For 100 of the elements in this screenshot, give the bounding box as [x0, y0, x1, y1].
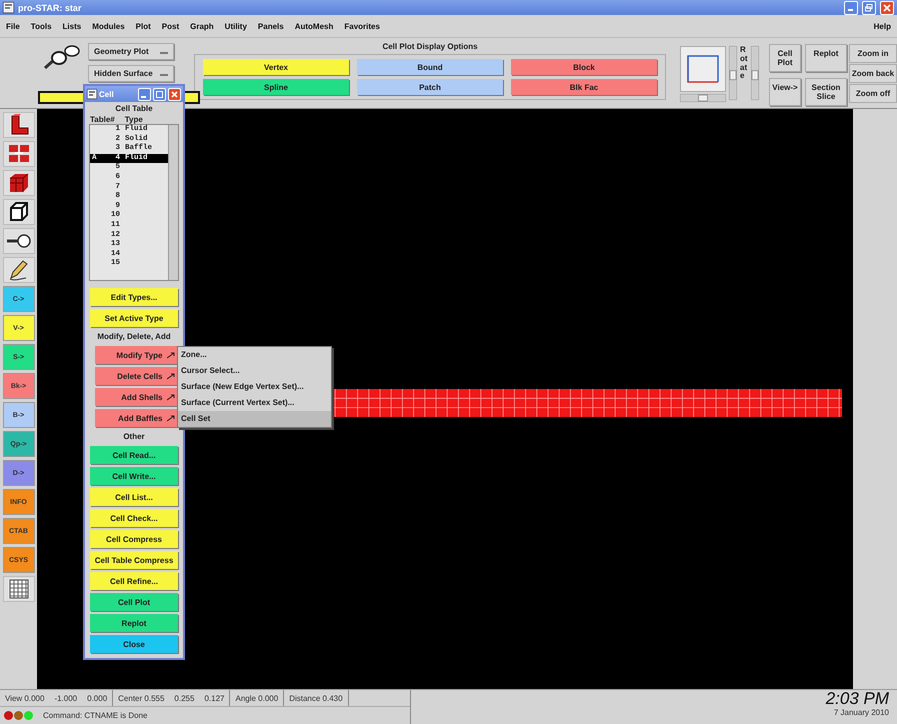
- action-button[interactable]: Set Active Type: [90, 309, 178, 327]
- action-button[interactable]: Edit Types...: [90, 288, 178, 306]
- scrollbar[interactable]: [168, 125, 178, 280]
- slider-thumb[interactable]: [730, 70, 736, 80]
- menu-item[interactable]: Utility: [224, 22, 247, 30]
- horizontal-slider[interactable]: [680, 94, 726, 102]
- section-heading: Other: [123, 431, 145, 443]
- center-readout: 0.127: [204, 694, 224, 702]
- menu-item[interactable]: Zone...: [178, 347, 331, 363]
- view-readout: -1.000: [54, 694, 78, 702]
- probe-icon[interactable]: [42, 44, 80, 72]
- menu-item[interactable]: Favorites: [344, 22, 380, 30]
- zoom-button[interactable]: Zoom back: [849, 64, 897, 83]
- menu-item[interactable]: Graph: [190, 22, 214, 30]
- input-field[interactable]: [185, 91, 200, 104]
- view-button[interactable]: Section Slice: [805, 78, 847, 106]
- action-button[interactable]: Cell Compress: [90, 530, 178, 548]
- help-menu[interactable]: Help: [874, 22, 891, 30]
- menu-item[interactable]: AutoMesh: [294, 22, 334, 30]
- clock-date: 7 January 2010: [834, 708, 889, 717]
- slider-thumb[interactable]: [698, 94, 708, 102]
- display-option-button[interactable]: Patch: [357, 79, 503, 95]
- tool-button[interactable]: [2, 228, 34, 254]
- panel-title: Cell Plot Display Options: [382, 41, 478, 53]
- menu-item[interactable]: Lists: [62, 22, 82, 30]
- action-button[interactable]: Cell Write...: [90, 467, 178, 485]
- input-field[interactable]: [38, 91, 83, 104]
- menu-item[interactable]: Surface (Current Vertex Set)...: [178, 395, 331, 411]
- menu-item[interactable]: Cell Set: [178, 411, 331, 427]
- cascade-button[interactable]: Delete Cells: [94, 367, 178, 385]
- view-orientation-box[interactable]: [680, 46, 726, 92]
- axes-icon: [686, 54, 720, 84]
- view-readout: View 0.000: [5, 694, 44, 702]
- close-button[interactable]: [880, 0, 894, 14]
- zoom-button[interactable]: Zoom in: [849, 44, 897, 63]
- action-button[interactable]: Cell Plot: [90, 593, 178, 611]
- tool-button[interactable]: [2, 112, 34, 138]
- tool-button[interactable]: [2, 257, 34, 283]
- zoom-button[interactable]: Zoom off: [849, 84, 897, 103]
- plot-dropdown[interactable]: Hidden Surface: [88, 65, 174, 82]
- menu-item[interactable]: Tools: [30, 22, 52, 30]
- restore-icon: [865, 4, 873, 12]
- vertical-slider[interactable]: [729, 46, 737, 100]
- maximize-icon: [156, 90, 163, 98]
- app-icon: [3, 2, 14, 13]
- menu-item[interactable]: Post: [162, 22, 180, 30]
- column-header: Type: [124, 115, 143, 124]
- cascade-button[interactable]: Modify Type: [94, 346, 178, 364]
- display-option-button[interactable]: Bound: [357, 59, 503, 75]
- command-status: Command: CTNAME is Done: [42, 710, 148, 720]
- dropdown-icon: [160, 49, 168, 54]
- tool-button[interactable]: [2, 576, 34, 602]
- view-button[interactable]: Cell Plot: [769, 44, 801, 72]
- rotate-label: Rotate: [740, 46, 748, 82]
- dropdown-icon: [160, 71, 168, 76]
- menu-item[interactable]: Modules: [92, 22, 125, 30]
- display-option-button[interactable]: Vertex: [203, 59, 349, 75]
- action-button[interactable]: Close: [90, 635, 178, 653]
- center-readout: 0.255: [174, 694, 194, 702]
- cascade-icon: [166, 394, 174, 400]
- display-option-button[interactable]: Blk Fac: [511, 79, 657, 95]
- cascade-button[interactable]: Add Baffles: [94, 409, 178, 427]
- angle-readout: Angle 0.000: [235, 694, 278, 702]
- window-title: pro-STAR: star: [18, 2, 82, 12]
- menu-item[interactable]: Surface (New Edge Vertex Set)...: [178, 379, 331, 395]
- display-option-button[interactable]: Block: [511, 59, 657, 75]
- close-button[interactable]: [168, 88, 181, 100]
- restore-button[interactable]: [862, 0, 876, 14]
- section-heading: Modify, Delete, Add: [97, 331, 171, 343]
- action-button[interactable]: Cell Check...: [90, 509, 178, 527]
- minimize-button[interactable]: [138, 88, 151, 100]
- action-button[interactable]: Cell Refine...: [90, 572, 178, 590]
- menu-item[interactable]: Cursor Select...: [178, 363, 331, 379]
- cascade-icon: [166, 414, 174, 422]
- menu-item[interactable]: Panels: [258, 22, 284, 30]
- tool-button[interactable]: [2, 199, 34, 225]
- maximize-button[interactable]: [153, 88, 166, 100]
- view-button[interactable]: Replot: [805, 44, 847, 72]
- cascade-button[interactable]: Add Shells: [94, 388, 178, 406]
- tool-button[interactable]: [2, 170, 34, 196]
- display-option-button[interactable]: Spline: [203, 79, 349, 95]
- action-button[interactable]: Replot: [90, 614, 178, 632]
- slider-thumb[interactable]: [752, 70, 758, 80]
- plot-dropdown[interactable]: Geometry Plot: [88, 43, 174, 60]
- app-icon: [87, 89, 97, 99]
- action-button[interactable]: Cell List...: [90, 488, 178, 506]
- section-heading: Cell Table: [115, 103, 153, 115]
- action-button[interactable]: Cell Read...: [90, 446, 178, 464]
- clock-time: 2:03 PM: [826, 690, 889, 708]
- action-button[interactable]: Cell Table Compress: [90, 551, 178, 569]
- minimize-button[interactable]: [844, 0, 858, 14]
- menu-item[interactable]: Plot: [136, 22, 151, 30]
- column-header: Table#: [90, 115, 115, 124]
- grid-icon: [8, 579, 28, 599]
- probe-icon: [6, 233, 32, 249]
- close-icon: [883, 4, 891, 12]
- menu-item[interactable]: File: [6, 22, 20, 30]
- vertical-slider[interactable]: [751, 46, 759, 100]
- view-button[interactable]: View->: [769, 78, 801, 106]
- center-readout: Center 0.555: [118, 694, 164, 702]
